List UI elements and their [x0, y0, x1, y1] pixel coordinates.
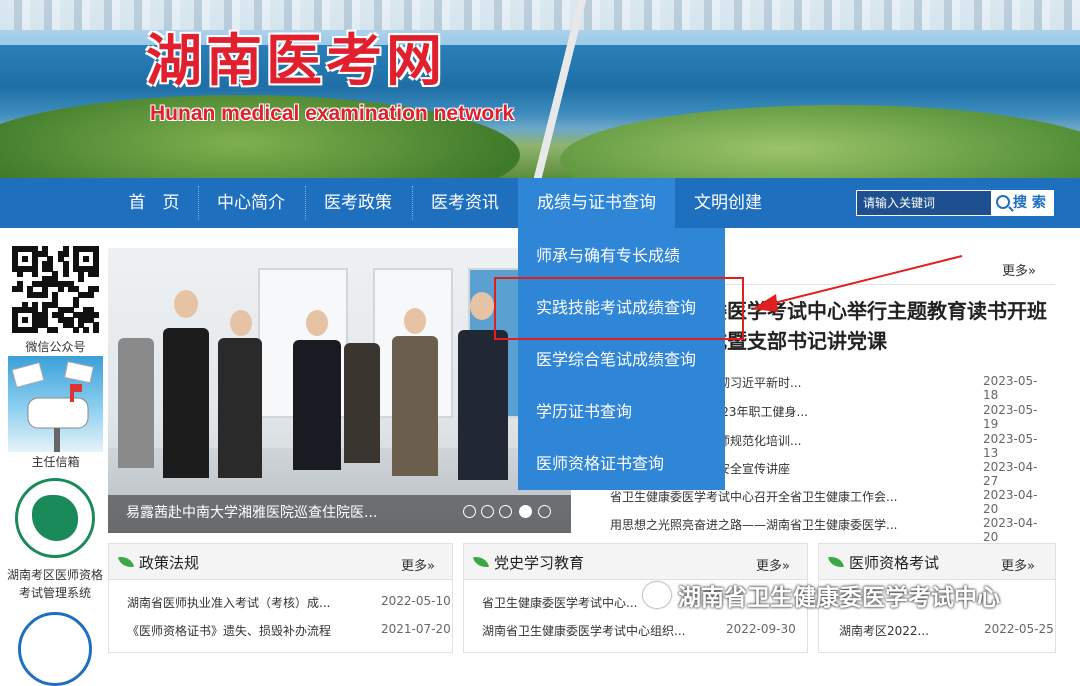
- watermark-text: 湖南省卫生健康委医学考试中心: [678, 585, 1000, 611]
- annotation-arrow: [752, 255, 963, 312]
- wechat-icon: [643, 582, 671, 608]
